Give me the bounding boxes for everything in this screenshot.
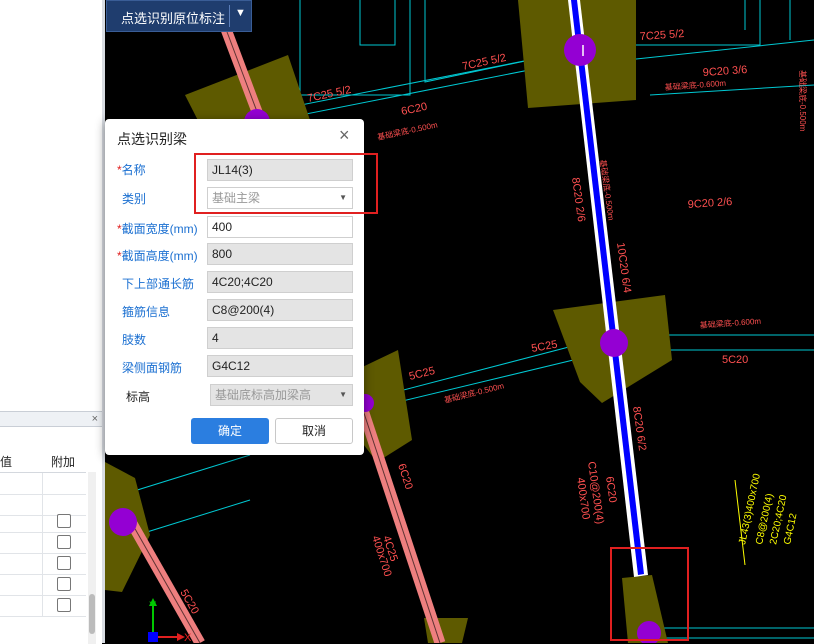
triangle-down-icon[interactable]: ▼ bbox=[235, 7, 246, 19]
cancel-button[interactable]: 取消 bbox=[275, 418, 353, 444]
section-width-label: *截面宽度(mm) bbox=[117, 222, 198, 236]
column-value-header: 值 bbox=[0, 455, 13, 469]
table-row bbox=[0, 553, 86, 575]
name-label: *名称 bbox=[117, 163, 146, 177]
highlight-box bbox=[194, 153, 378, 214]
column-attach-header: 附加 bbox=[51, 455, 76, 469]
checkbox[interactable] bbox=[57, 535, 71, 549]
elevation-select[interactable]: 基础底标高加梁高 ▼ bbox=[210, 384, 353, 406]
grid-column-headers: 值 附加 bbox=[0, 450, 86, 473]
checkbox[interactable] bbox=[57, 514, 71, 528]
elevation-text: 基础梁底-0.500m bbox=[798, 70, 808, 132]
axis-y-label: Y bbox=[149, 600, 157, 612]
annotation-text: 5C20 bbox=[722, 354, 748, 366]
legs-field[interactable]: 4 bbox=[207, 327, 353, 349]
dialog-title: 点选识别梁 bbox=[117, 131, 187, 147]
table-row bbox=[0, 595, 86, 617]
property-grid: × 值 附加 bbox=[0, 411, 102, 644]
axis-x-label: X bbox=[184, 632, 192, 643]
legs-label: 肢数 bbox=[122, 333, 147, 347]
elevation-placeholder: 基础底标高加梁高 bbox=[215, 388, 312, 402]
stirrup-field[interactable]: C8@200(4) bbox=[207, 299, 353, 321]
checkbox[interactable] bbox=[57, 556, 71, 570]
long-rebar-label: 下上部通长筋 bbox=[122, 277, 195, 291]
category-label: 类别 bbox=[122, 192, 147, 206]
section-width-field[interactable]: 400 bbox=[207, 216, 353, 238]
stirrup-label: 箍筋信息 bbox=[122, 305, 171, 319]
table-row bbox=[0, 473, 86, 495]
checkbox[interactable] bbox=[57, 577, 71, 591]
scroll-thumb[interactable] bbox=[89, 594, 95, 634]
close-icon[interactable]: × bbox=[339, 125, 350, 145]
checkbox[interactable] bbox=[57, 598, 71, 612]
section-height-label: *截面高度(mm) bbox=[117, 249, 198, 263]
ok-button[interactable]: 确定 bbox=[191, 418, 269, 444]
side-rebar-field[interactable]: G4C12 bbox=[207, 355, 353, 377]
table-row bbox=[0, 574, 86, 596]
chevron-down-icon: ▼ bbox=[339, 390, 347, 399]
section-height-field[interactable]: 800 bbox=[207, 243, 353, 265]
button-separator bbox=[229, 5, 230, 27]
left-panel: × 值 附加 bbox=[0, 0, 102, 644]
scrollbar[interactable] bbox=[88, 472, 96, 644]
close-icon[interactable]: × bbox=[92, 412, 98, 426]
elevation-label: 标高 bbox=[126, 390, 151, 404]
table-row bbox=[0, 532, 86, 554]
table-row bbox=[0, 511, 86, 533]
side-rebar-label: 梁侧面钢筋 bbox=[122, 361, 183, 375]
long-rebar-field[interactable]: 4C20;4C20 bbox=[207, 271, 353, 293]
property-grid-header: × bbox=[0, 412, 102, 427]
identify-annotation-label: 点选识别原位标注 bbox=[121, 11, 226, 26]
identify-annotation-button[interactable]: 点选识别原位标注 ▼ bbox=[106, 0, 252, 32]
